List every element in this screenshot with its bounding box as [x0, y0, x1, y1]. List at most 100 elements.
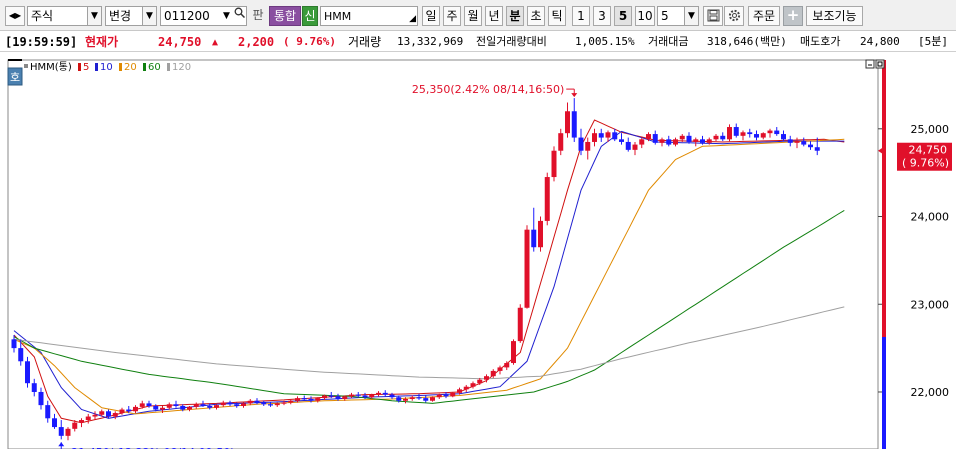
code-value: 011200 — [164, 9, 210, 23]
candle-body — [268, 404, 273, 406]
candle-body — [274, 403, 280, 406]
candle-body — [504, 363, 510, 368]
candle-body — [484, 376, 489, 380]
amount-label: 거래대금 — [648, 35, 689, 48]
candle-body — [443, 394, 449, 397]
interval-button-10[interactable]: 10 — [635, 6, 655, 26]
legend-ma-label: 60 — [148, 62, 161, 73]
period-button-3[interactable]: 년 — [485, 6, 503, 26]
ask-value: 24,800 — [860, 35, 900, 48]
candle-body — [355, 394, 361, 396]
candle-body — [673, 139, 678, 145]
candle-body — [92, 414, 98, 417]
window-minimize-button[interactable] — [865, 59, 875, 69]
stock-name-field[interactable]: HMM ◢ — [320, 6, 418, 26]
period-label: [5분] — [918, 35, 948, 48]
market-select[interactable]: 주식 ▼ — [27, 6, 102, 26]
current-pct-text: ( 9.76%) — [902, 157, 949, 170]
candle-body — [652, 134, 658, 143]
shin-button[interactable]: 신 — [302, 6, 318, 26]
aux-function-button[interactable]: 보조기능 — [806, 6, 863, 26]
tonghap-button[interactable]: 통합 — [269, 6, 301, 26]
candle-body — [423, 398, 429, 401]
interval-value: 5 — [661, 9, 669, 23]
candle-body — [781, 134, 786, 140]
interval-select[interactable]: 5 ▼ — [657, 6, 699, 26]
volume-label: 거래량 — [348, 35, 382, 49]
chevron-down-icon[interactable]: ▼ — [87, 7, 101, 25]
code-input[interactable]: 011200 ▼ — [160, 6, 247, 26]
candle-body — [713, 135, 719, 140]
candle-body — [538, 220, 543, 248]
candle-body — [65, 428, 71, 436]
candle-body — [247, 400, 253, 404]
candle-body — [45, 405, 51, 419]
settings-button[interactable] — [724, 6, 744, 26]
candlestick-chart[interactable]: 25,000 24,000 23,000 22,000 25,350(2.42% 08… — [0, 55, 956, 449]
save-button[interactable] — [703, 6, 723, 26]
candle-body — [133, 406, 138, 412]
legend-ma-label: 10 — [100, 62, 113, 73]
candle-body — [457, 389, 462, 393]
candle-body — [301, 398, 307, 400]
candle-body — [531, 229, 537, 248]
candle-body — [207, 406, 213, 408]
interval-button-5[interactable]: 5 — [614, 6, 632, 26]
candle-body — [754, 134, 759, 138]
candle-body — [733, 127, 739, 136]
plot-frame — [7, 59, 879, 449]
candle-body — [760, 133, 766, 138]
candle-body — [254, 400, 260, 403]
candle-body — [659, 139, 665, 143]
chevron-down-icon[interactable]: ▼ — [142, 7, 156, 25]
candle — [517, 304, 523, 343]
period-button-1[interactable]: 주 — [443, 6, 461, 26]
candle-body — [571, 111, 577, 138]
candle — [25, 356, 30, 388]
period-button-4[interactable]: 분 — [506, 6, 524, 26]
candle-body — [409, 397, 415, 399]
candle-body — [220, 402, 226, 406]
period-button-2[interactable]: 월 — [464, 6, 482, 26]
search-icon[interactable] — [232, 7, 246, 25]
candle-body — [632, 144, 638, 150]
period-button-0[interactable]: 일 — [422, 6, 440, 26]
candle-body — [646, 134, 651, 140]
candle-body — [200, 404, 206, 407]
legend-name: HMM(통) — [30, 61, 72, 73]
order-button[interactable]: 주문 — [748, 6, 780, 26]
window-maximize-button[interactable] — [875, 59, 885, 69]
pan-button[interactable]: 판 — [250, 6, 266, 26]
candle-body — [706, 139, 712, 143]
candle-body — [308, 398, 314, 401]
change-select[interactable]: 변경 ▼ — [105, 6, 157, 26]
candle-body — [38, 391, 44, 406]
legend-swatch — [78, 63, 81, 71]
interval-button-1[interactable]: 1 — [572, 6, 590, 26]
candle-body — [585, 141, 591, 151]
change-value: 2,200 — [238, 35, 275, 49]
candle — [544, 172, 550, 226]
interval-button-3[interactable]: 3 — [593, 6, 611, 26]
candle — [538, 216, 543, 252]
candle-body — [470, 383, 476, 387]
candle-body — [25, 361, 30, 384]
period-button-5[interactable]: 초 — [527, 6, 545, 26]
candle-body — [52, 418, 57, 428]
candle-body — [369, 394, 375, 398]
market-select-value: 주식 — [31, 9, 54, 23]
chart-area[interactable]: 25,000 24,000 23,000 22,000 25,350(2.42% 08… — [0, 55, 956, 449]
legend-swatch — [119, 63, 122, 71]
prev-next-arrows[interactable]: ◀▶ — [5, 6, 25, 26]
period-button-6[interactable]: 틱 — [548, 6, 566, 26]
ho-label: 호 — [10, 71, 20, 84]
candle-body — [511, 341, 516, 364]
candle-body — [362, 395, 368, 398]
add-button[interactable]: + — [783, 6, 803, 26]
change-up-icon: ▲ — [212, 37, 219, 48]
candle-body — [740, 132, 746, 136]
chevron-down-icon[interactable]: ▼ — [221, 7, 232, 25]
candle-body — [106, 411, 111, 417]
candle-body — [139, 403, 145, 407]
chevron-down-icon[interactable]: ▼ — [684, 7, 698, 25]
